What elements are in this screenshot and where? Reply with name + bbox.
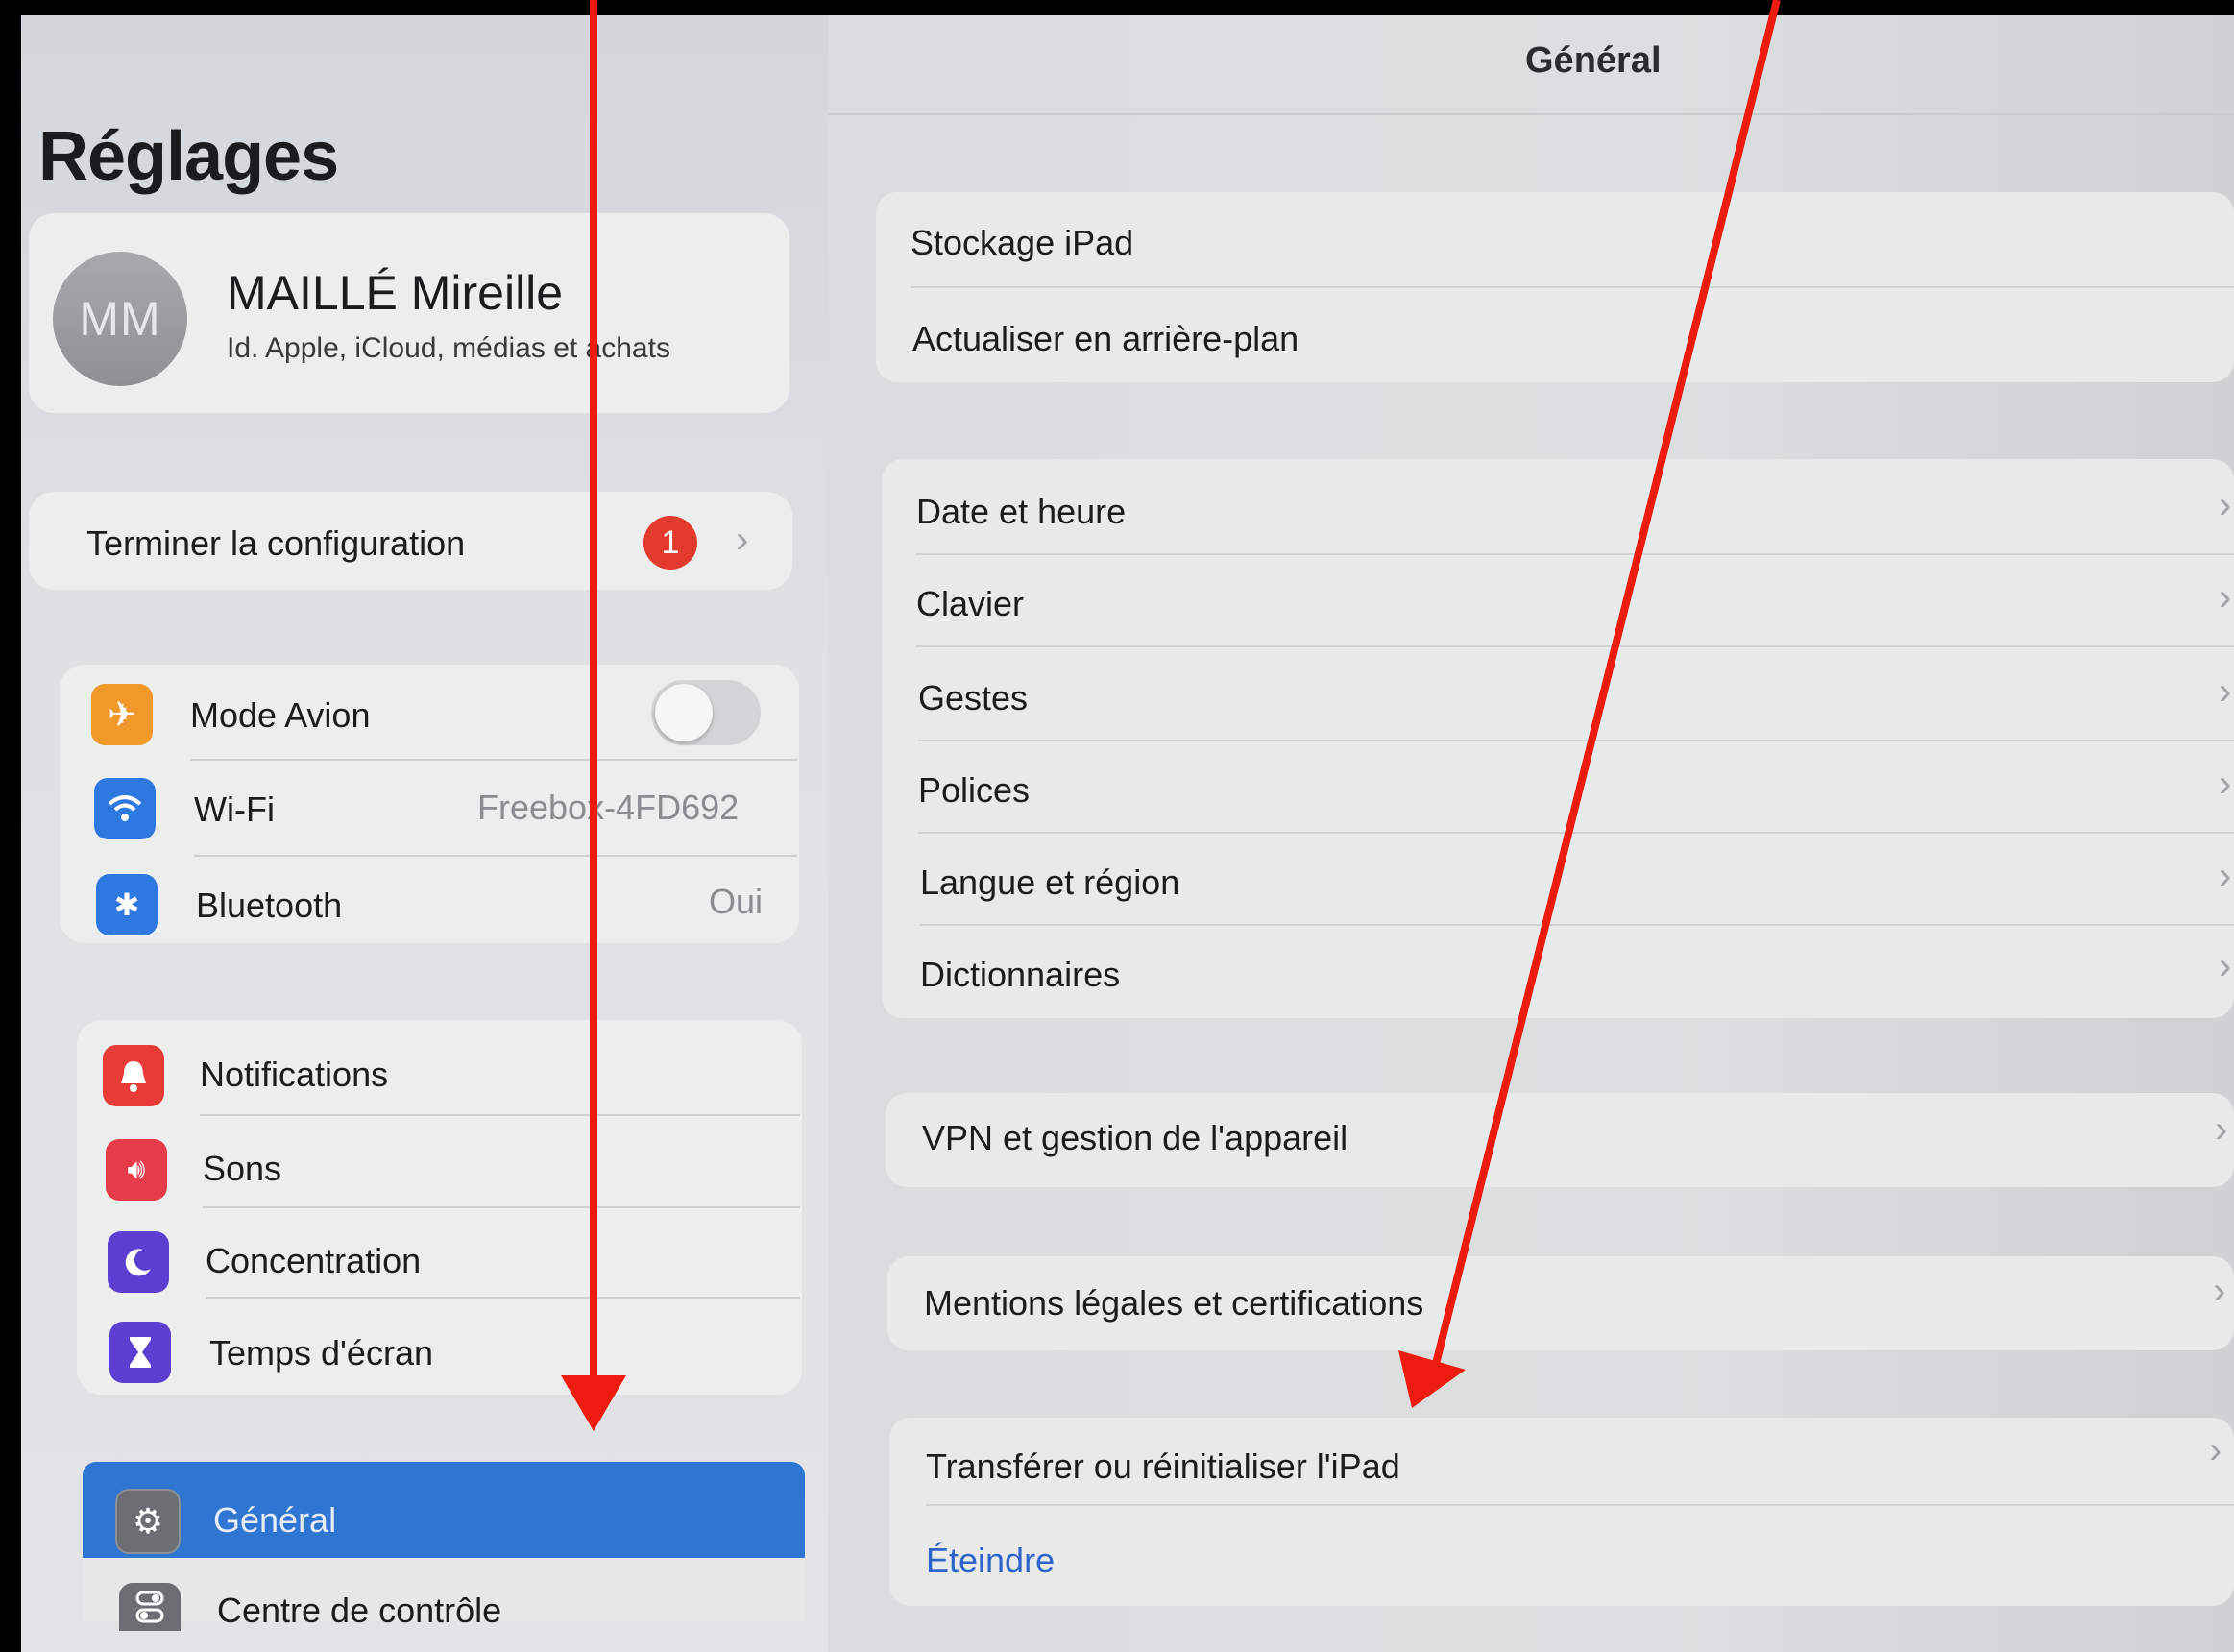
red-arrow-left-head — [561, 1375, 626, 1431]
red-arrow-right-line — [1427, 0, 1781, 1384]
annotation-arrows — [561, 0, 1781, 1431]
red-arrow-right-head — [1398, 1350, 1466, 1408]
